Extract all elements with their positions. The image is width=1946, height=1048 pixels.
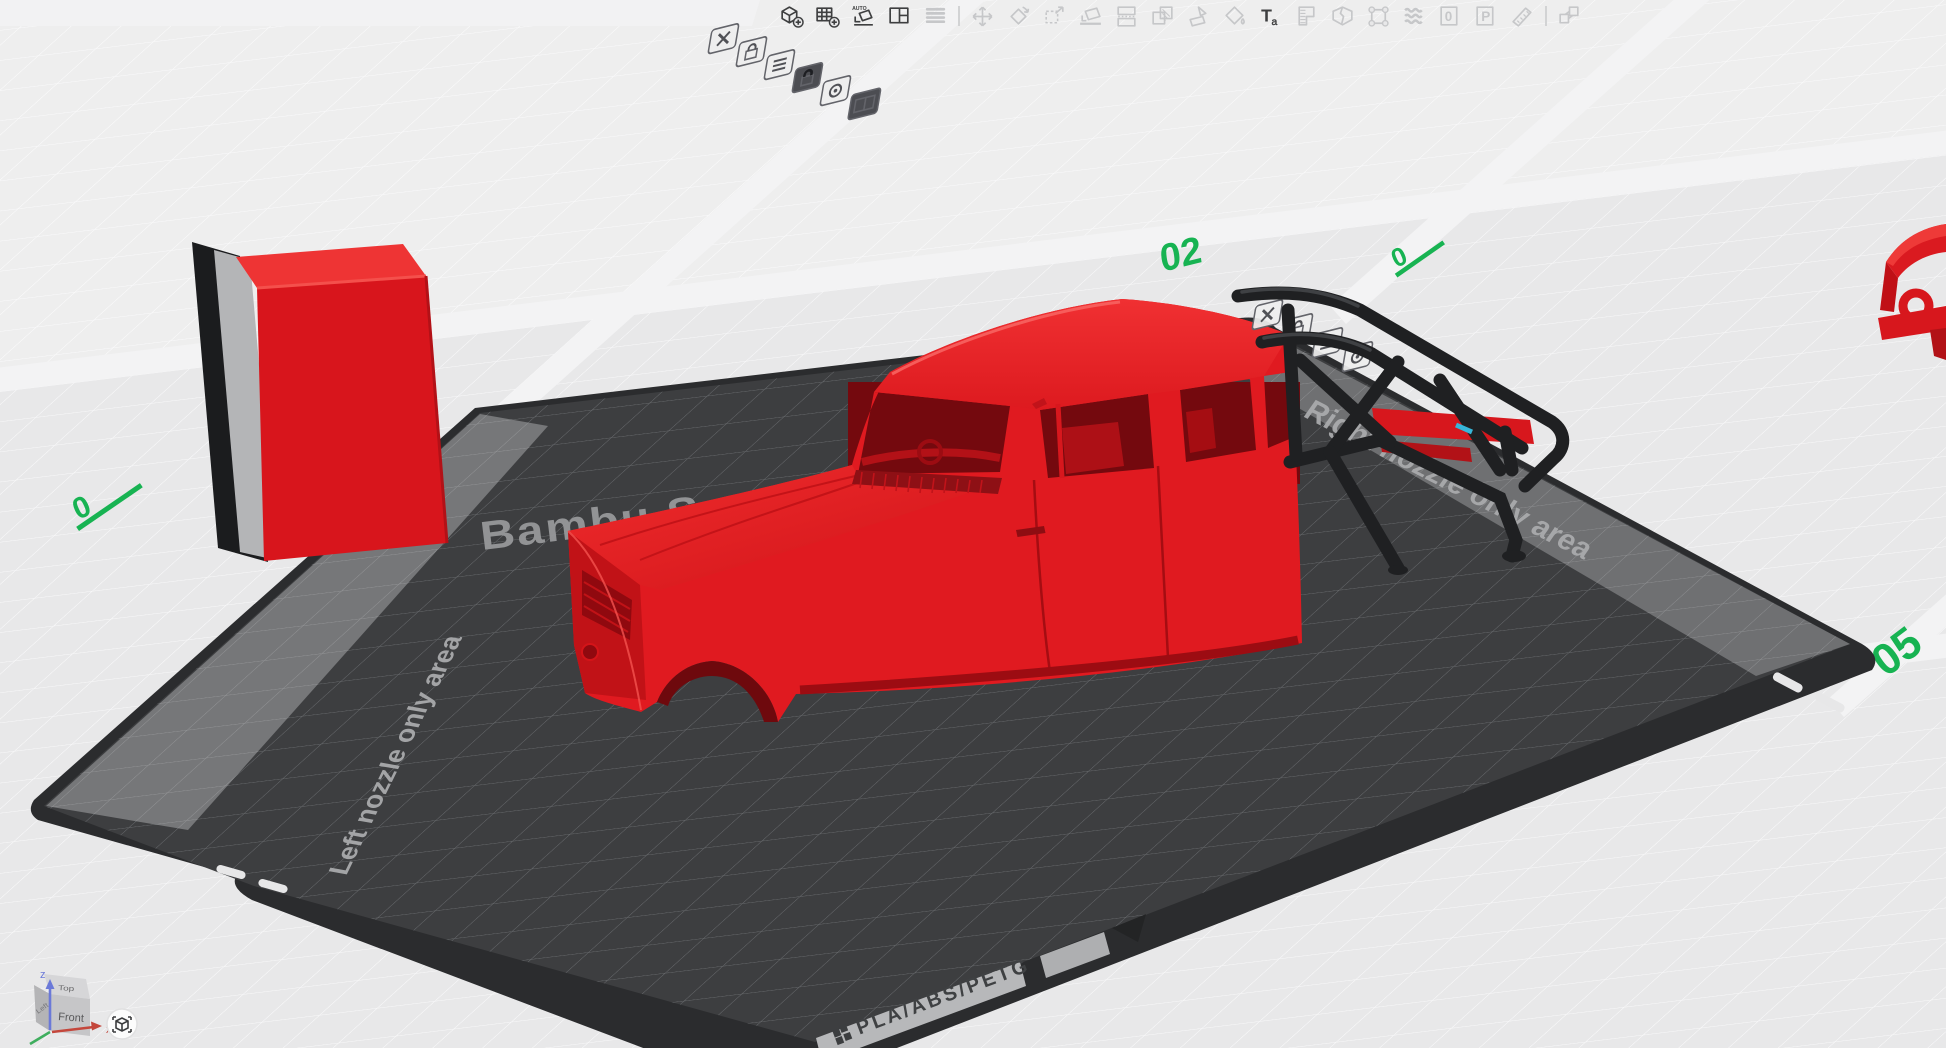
- calibration-box[interactable]: [192, 242, 447, 562]
- split-view-list-icon[interactable]: [922, 3, 949, 30]
- auto-orient-icon[interactable]: AUTO: [850, 3, 877, 30]
- rotate-icon[interactable]: [1005, 3, 1032, 30]
- mesh-repair-icon[interactable]: [1329, 3, 1356, 30]
- nav-cube-top-label: Top: [58, 983, 75, 992]
- assembly-view-icon[interactable]: [1556, 3, 1583, 30]
- measure-icon[interactable]: [1509, 3, 1536, 30]
- svg-text:0: 0: [1445, 9, 1453, 24]
- text-icon[interactable]: Ta: [1257, 3, 1284, 30]
- truck-headlight: [582, 644, 598, 660]
- box-front-face: [257, 276, 447, 561]
- svg-text:P: P: [1481, 9, 1490, 24]
- split-to-parts-icon[interactable]: [1149, 3, 1176, 30]
- arrange-icon[interactable]: [886, 3, 913, 30]
- variable-layer-height-icon[interactable]: [1293, 3, 1320, 30]
- toolbar-separator: [958, 6, 960, 26]
- scale-icon[interactable]: [1041, 3, 1068, 30]
- toolbar-separator: [1545, 6, 1547, 26]
- nav-cube-front-label: Front: [58, 1011, 84, 1025]
- slicer-viewport: { "toolbar": { "items": [ {"name":"add",…: [0, 0, 1946, 1048]
- split-to-objects-icon[interactable]: [1113, 3, 1140, 30]
- support-paint-icon[interactable]: [1401, 3, 1428, 30]
- svg-text:a: a: [1272, 16, 1278, 27]
- primitive-icon[interactable]: P: [1473, 3, 1500, 30]
- add-plate-icon[interactable]: [814, 3, 841, 30]
- cut-icon[interactable]: [1185, 3, 1212, 30]
- negative-part-icon[interactable]: 0: [1437, 3, 1464, 30]
- fit-view-button[interactable]: [107, 1009, 137, 1039]
- background-top-band: [0, 0, 760, 26]
- scene-canvas[interactable]: 02 05 0 0: [0, 0, 1946, 1048]
- add-icon[interactable]: [778, 3, 805, 30]
- seam-paint-icon[interactable]: [1365, 3, 1392, 30]
- main-toolbar: AUTO Ta 0 P: [778, 1, 1583, 31]
- axis-z-label: z: [40, 969, 46, 981]
- lay-on-face-icon[interactable]: [1077, 3, 1104, 30]
- color-paint-icon[interactable]: [1221, 3, 1248, 30]
- move-icon[interactable]: [969, 3, 996, 30]
- svg-text:T: T: [1261, 5, 1272, 25]
